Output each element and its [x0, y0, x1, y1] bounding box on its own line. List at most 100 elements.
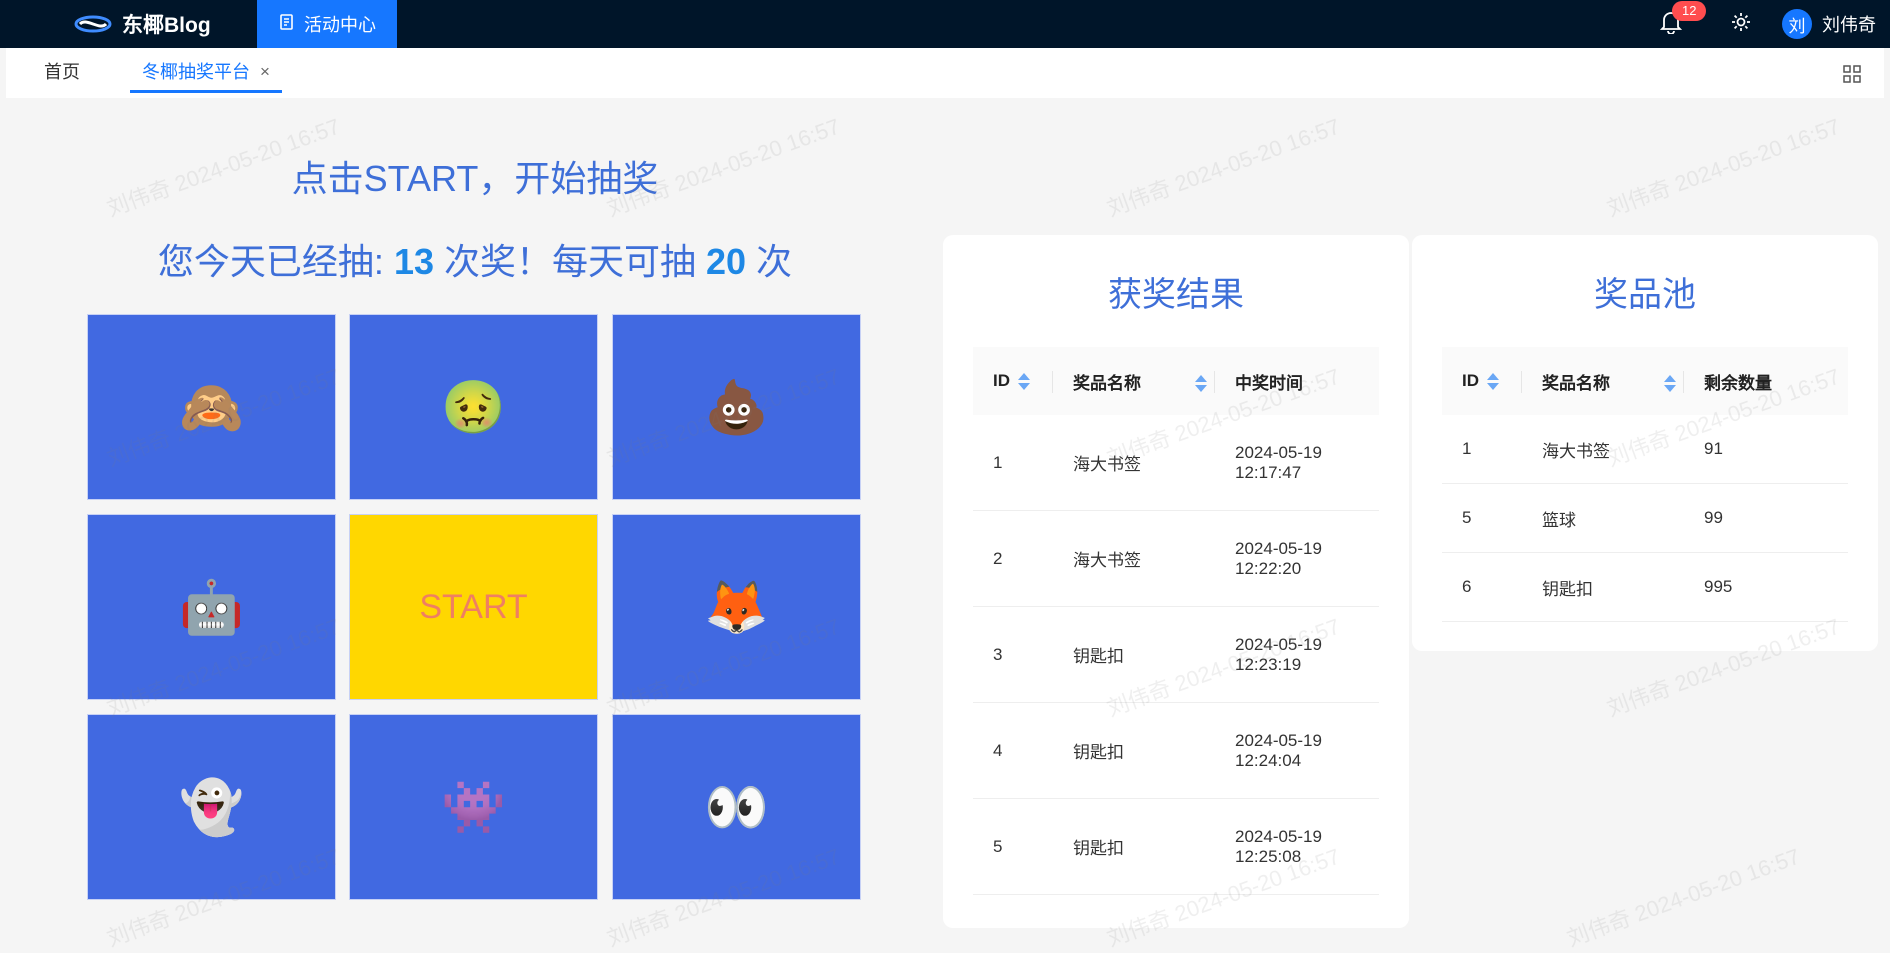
cell-prize-name: 海大书签	[1053, 415, 1215, 511]
cell-id: 5	[973, 798, 1053, 895]
cell-id: 2	[973, 510, 1053, 607]
tab-lottery-platform[interactable]: 冬椰抽奖平台 ×	[130, 54, 282, 93]
table-row: 6 钥匙扣 995	[1442, 552, 1848, 622]
status-suffix: 次	[746, 241, 793, 282]
cell-time: 2024-05-19 12:17:47	[1215, 415, 1379, 511]
cell-time: 2024-05-19 12:25:08	[1215, 798, 1379, 895]
brand-logo[interactable]: 东椰Blog	[74, 0, 211, 48]
document-icon	[278, 13, 296, 36]
column-header-prize-name[interactable]: 奖品名称	[1522, 347, 1684, 415]
table-row: 1 海大书签 2024-05-19 12:17:47	[973, 415, 1379, 511]
robot-icon: 🤖	[179, 578, 244, 637]
see-no-evil-monkey-icon: 🙈	[179, 378, 244, 437]
prize-cell: 🙈	[87, 314, 336, 500]
cell-id: 4	[973, 702, 1053, 799]
notification-badge: 12	[1672, 1, 1707, 21]
sort-icon[interactable]	[1018, 372, 1030, 391]
prize-grid: 🙈 🤢 💩 🤖 START 🦊 👻 👾 👀	[87, 314, 863, 902]
status-prefix: 您今天已经抽:	[157, 241, 394, 282]
cell-remaining: 995	[1684, 552, 1848, 622]
cell-prize-name: 篮球	[1522, 483, 1684, 553]
user-name[interactable]: 刘伟奇	[1822, 11, 1876, 37]
notifications-button[interactable]: 12	[1656, 1, 1707, 39]
results-title: 获奖结果	[1108, 276, 1244, 314]
table-row: 5 篮球 99	[1442, 483, 1848, 553]
pool-title: 奖品池	[1594, 276, 1696, 314]
pile-of-poo-icon: 💩	[704, 378, 769, 437]
column-header-id[interactable]: ID	[973, 347, 1053, 415]
prize-pool-table: ID 奖品名称 剩余数量 1 海大书签 91 5 篮球 99 6 钥匙扣 995	[1442, 347, 1848, 622]
start-label: START	[419, 587, 528, 626]
prize-cell: 💩	[612, 314, 861, 500]
table-row: 5 钥匙扣 2024-05-19 12:25:08	[973, 798, 1379, 895]
cell-time: 2024-05-19 12:23:19	[1215, 606, 1379, 703]
close-icon[interactable]: ×	[260, 54, 270, 90]
settings-button[interactable]	[1726, 9, 1756, 39]
cell-prize-name: 钥匙扣	[1522, 552, 1684, 622]
cell-id: 5	[1442, 483, 1522, 553]
prize-cell: 🦊	[612, 514, 861, 700]
cell-prize-name: 钥匙扣	[1053, 606, 1215, 703]
cell-remaining: 91	[1684, 415, 1848, 484]
gear-icon	[1730, 11, 1752, 38]
logo-icon	[74, 13, 112, 35]
lottery-headline: 点击START，开始抽奖	[291, 158, 659, 199]
column-header-id[interactable]: ID	[1442, 347, 1522, 415]
watermark: 刘伟奇 2024-05-20 16:57	[1603, 113, 1844, 222]
cell-id	[973, 894, 1053, 928]
daily-limit: 20	[706, 241, 747, 282]
nav-activity-label: 活动中心	[304, 15, 376, 35]
table-row: 4 钥匙扣 2024-05-19 12:24:04	[973, 702, 1379, 799]
status-middle: 次奖！每天可抽	[433, 241, 706, 282]
cell-id: 6	[1442, 552, 1522, 622]
nauseated-face-icon: 🤢	[441, 378, 506, 437]
ghost-icon: 👻	[179, 778, 244, 837]
results-table: ID 奖品名称 中奖时间 1 海大书签 2024-05-19 12:17:47 2…	[973, 347, 1379, 928]
table-row: 2 海大书签 2024-05-19 12:22:20	[973, 510, 1379, 607]
watermark: 刘伟奇 2024-05-20 16:57	[1103, 113, 1344, 222]
column-header-win-time: 中奖时间	[1215, 347, 1379, 415]
fox-icon: 🦊	[704, 578, 769, 637]
tab-home[interactable]: 首页	[44, 54, 80, 90]
column-header-prize-name[interactable]: 奖品名称	[1053, 347, 1215, 415]
top-bar: 东椰Blog 活动中心 12 刘 刘伟奇	[0, 0, 1890, 48]
cell-prize-name: 钥匙扣	[1053, 702, 1215, 799]
cell-time: 2024-05-19 12:22:20	[1215, 510, 1379, 607]
cell-prize-name	[1053, 894, 1215, 928]
nav-activity-center[interactable]: 活动中心	[257, 0, 397, 48]
cell-prize-name: 海大书签	[1053, 510, 1215, 607]
sort-icon[interactable]	[1487, 372, 1499, 391]
start-button[interactable]: START	[349, 514, 598, 700]
cell-prize-name: 钥匙扣	[1053, 798, 1215, 895]
user-area: 12 刘 刘伟奇	[1656, 0, 1890, 48]
cell-prize-name: 海大书签	[1522, 415, 1684, 484]
table-row: 2024-05-20	[973, 894, 1379, 928]
avatar[interactable]: 刘	[1782, 9, 1812, 39]
cell-remaining: 99	[1684, 483, 1848, 553]
brand-name: 东椰Blog	[122, 14, 211, 37]
table-row: 3 钥匙扣 2024-05-19 12:23:19	[973, 606, 1379, 703]
cell-id: 1	[1442, 415, 1522, 484]
sort-icon[interactable]	[1664, 375, 1676, 393]
cell-time: 2024-05-19 12:24:04	[1215, 702, 1379, 799]
tabs-bar: 首页 冬椰抽奖平台 ×	[6, 48, 1884, 98]
prize-cell: 👾	[349, 714, 598, 900]
table-row: 1 海大书签 91	[1442, 415, 1848, 484]
grid-icon[interactable]	[1842, 64, 1862, 84]
alien-monster-icon: 👾	[441, 778, 506, 837]
cell-id: 3	[973, 606, 1053, 703]
prize-pool-card: 奖品池 ID 奖品名称 剩余数量 1 海大书签 91 5 篮球 99 6 钥匙扣	[1412, 235, 1878, 651]
tab-lottery-label: 冬椰抽奖平台	[142, 62, 250, 82]
watermark: 刘伟奇 2024-05-20 16:57	[1563, 843, 1804, 952]
prize-cell: 🤢	[349, 314, 598, 500]
prize-cell: 👀	[612, 714, 861, 900]
prize-cell: 🤖	[87, 514, 336, 700]
drawn-count: 13	[393, 241, 434, 282]
cell-id: 1	[973, 415, 1053, 511]
results-card: 获奖结果 ID 奖品名称 中奖时间 1 海大书签 2024-05-19 12:17…	[943, 235, 1409, 928]
lottery-status: 您今天已经抽: 13 次奖！每天可抽 20 次	[0, 233, 950, 285]
column-header-remaining: 剩余数量	[1684, 347, 1848, 415]
sort-icon[interactable]	[1195, 375, 1207, 393]
prize-cell: 👻	[87, 714, 336, 900]
eyes-icon: 👀	[704, 778, 769, 837]
